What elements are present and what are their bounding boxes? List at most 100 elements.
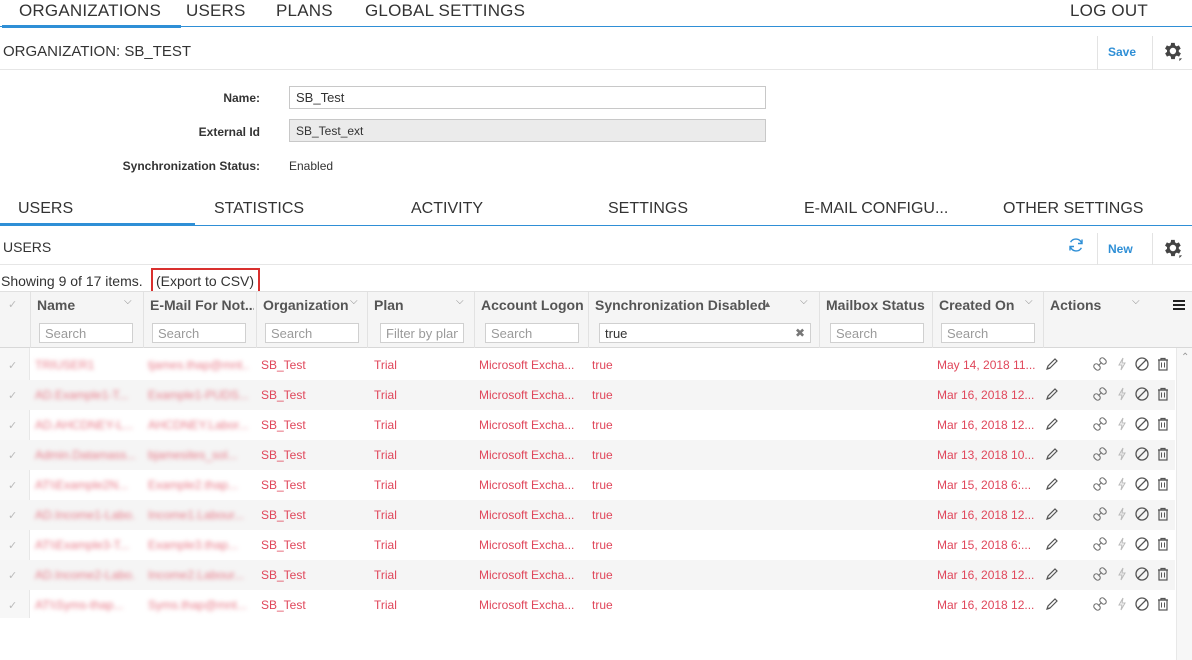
power-bolt-icon[interactable] — [1114, 386, 1130, 402]
logon-filter-input[interactable] — [485, 323, 579, 343]
column-organization[interactable]: Organization ⌵ — [257, 292, 368, 348]
disable-icon[interactable] — [1134, 386, 1150, 402]
link-icon[interactable] — [1092, 416, 1108, 432]
trash-icon[interactable] — [1155, 506, 1171, 522]
disable-icon[interactable] — [1134, 356, 1150, 372]
nav-plans[interactable]: PLANS — [276, 1, 333, 21]
power-bolt-icon[interactable] — [1114, 596, 1130, 612]
row-checkbox[interactable]: ✓ — [8, 359, 17, 372]
logout-link[interactable]: LOG OUT — [1070, 1, 1148, 21]
link-icon[interactable] — [1092, 476, 1108, 492]
pencil-icon[interactable] — [1044, 596, 1060, 612]
pencil-icon[interactable] — [1044, 476, 1060, 492]
disable-icon[interactable] — [1134, 506, 1150, 522]
disable-icon[interactable] — [1134, 536, 1150, 552]
tab-statistics[interactable]: STATISTICS — [214, 200, 304, 218]
created-filter-input[interactable] — [941, 323, 1035, 343]
table-row[interactable]: ✓ AT\\Example3-T... Example3.thap... SB_… — [0, 530, 1175, 560]
power-bolt-icon[interactable] — [1114, 446, 1130, 462]
chevron-down-icon[interactable]: ⌵ — [124, 296, 132, 307]
row-checkbox[interactable]: ✓ — [8, 539, 17, 552]
column-actions[interactable]: Actions ⌵ — [1044, 292, 1162, 348]
table-row[interactable]: ✓ AD.AHCDNEY-L... AHCDNEY.Labor... SB_Te… — [0, 410, 1175, 440]
select-all-checkbox[interactable]: ✓ — [8, 298, 17, 311]
row-checkbox[interactable]: ✓ — [8, 479, 17, 492]
table-row[interactable]: ✓ AD.Income1-Labo... Income1.Labour... S… — [0, 500, 1175, 530]
row-checkbox[interactable]: ✓ — [8, 449, 17, 462]
tab-email-configuration[interactable]: E-MAIL CONFIGU... — [804, 200, 948, 218]
pencil-icon[interactable] — [1044, 506, 1060, 522]
save-button[interactable]: Save — [1108, 45, 1136, 59]
power-bolt-icon[interactable] — [1114, 536, 1130, 552]
gear-icon[interactable] — [1161, 40, 1183, 62]
trash-icon[interactable] — [1155, 596, 1171, 612]
sync-disabled-filter-input[interactable] — [599, 323, 811, 343]
cell-name[interactable]: TRIUSER1 — [35, 358, 135, 372]
cell-name[interactable]: AD.Income1-Labo... — [35, 508, 135, 522]
table-row[interactable]: ✓ Admin.Datamass... bjamesites_sol... SB… — [0, 440, 1175, 470]
row-checkbox[interactable]: ✓ — [8, 509, 17, 522]
row-checkbox[interactable]: ✓ — [8, 419, 17, 432]
trash-icon[interactable] — [1155, 566, 1171, 582]
hamburger-menu-icon[interactable] — [1173, 300, 1185, 312]
table-row[interactable]: ✓ AD.Example1-T... Example1-PUDS... SB_T… — [0, 380, 1175, 410]
mailbox-filter-input[interactable] — [830, 323, 924, 343]
disable-icon[interactable] — [1134, 566, 1150, 582]
trash-icon[interactable] — [1155, 536, 1171, 552]
row-checkbox[interactable]: ✓ — [8, 389, 17, 402]
cell-name[interactable]: Admin.Datamass... — [35, 448, 135, 462]
column-email[interactable]: E-Mail For Not... — [144, 292, 257, 348]
clear-filter-icon[interactable]: ✖ — [795, 326, 805, 340]
column-name[interactable]: Name ⌵ — [31, 292, 144, 348]
trash-icon[interactable] — [1155, 416, 1171, 432]
pencil-icon[interactable] — [1044, 386, 1060, 402]
chevron-down-icon[interactable]: ⌵ — [800, 296, 808, 307]
power-bolt-icon[interactable] — [1114, 566, 1130, 582]
chevron-down-icon[interactable]: ⌵ — [350, 296, 358, 307]
scroll-up-icon[interactable]: ⌃ — [1181, 352, 1189, 363]
organization-filter-input[interactable] — [265, 323, 359, 343]
pencil-icon[interactable] — [1044, 356, 1060, 372]
cell-name[interactable]: AT\\Example3-T... — [35, 538, 135, 552]
new-user-button[interactable]: New — [1108, 242, 1133, 256]
nav-organizations[interactable]: ORGANIZATIONS — [1, 1, 182, 28]
column-plan[interactable]: Plan ⌵ — [368, 292, 475, 348]
sort-ascending-icon[interactable]: ▲ — [763, 299, 772, 309]
column-account-logon[interactable]: Account Logon — [475, 292, 589, 348]
column-created-on[interactable]: Created On ⌵ — [933, 292, 1044, 348]
table-row[interactable]: ✓ AT\\Example2N... Example2.thap... SB_T… — [0, 470, 1175, 500]
cell-name[interactable]: AD.AHCDNEY-L... — [35, 418, 135, 432]
power-bolt-icon[interactable] — [1114, 416, 1130, 432]
link-icon[interactable] — [1092, 356, 1108, 372]
pencil-icon[interactable] — [1044, 566, 1060, 582]
power-bolt-icon[interactable] — [1114, 476, 1130, 492]
chevron-down-icon[interactable]: ⌵ — [1132, 296, 1140, 307]
column-mailbox-status[interactable]: Mailbox Status — [820, 292, 933, 348]
name-input[interactable] — [289, 86, 766, 109]
power-bolt-icon[interactable] — [1114, 356, 1130, 372]
trash-icon[interactable] — [1155, 356, 1171, 372]
table-row[interactable]: ✓ AD.Income2-Labo... Income2.Labour... S… — [0, 560, 1175, 590]
email-filter-input[interactable] — [152, 323, 246, 343]
table-row[interactable]: ✓ AT\\Syms-thap... Syms.thap@mnt... SB_T… — [0, 590, 1175, 620]
pencil-icon[interactable] — [1044, 446, 1060, 462]
pencil-icon[interactable] — [1044, 536, 1060, 552]
power-bolt-icon[interactable] — [1114, 506, 1130, 522]
cell-name[interactable]: AT\\Example2N... — [35, 478, 135, 492]
tab-activity[interactable]: ACTIVITY — [411, 200, 483, 218]
chevron-down-icon[interactable]: ⌵ — [456, 296, 464, 307]
plan-filter-input[interactable] — [380, 323, 464, 343]
name-filter-input[interactable] — [39, 323, 133, 343]
disable-icon[interactable] — [1134, 446, 1150, 462]
link-icon[interactable] — [1092, 596, 1108, 612]
trash-icon[interactable] — [1155, 386, 1171, 402]
link-icon[interactable] — [1092, 536, 1108, 552]
link-icon[interactable] — [1092, 506, 1108, 522]
refresh-icon[interactable] — [1068, 237, 1084, 253]
trash-icon[interactable] — [1155, 446, 1171, 462]
cell-name[interactable]: AT\\Syms-thap... — [35, 598, 135, 612]
cell-name[interactable]: AD.Income2-Labo... — [35, 568, 135, 582]
nav-users[interactable]: USERS — [186, 1, 246, 21]
link-icon[interactable] — [1092, 446, 1108, 462]
disable-icon[interactable] — [1134, 596, 1150, 612]
